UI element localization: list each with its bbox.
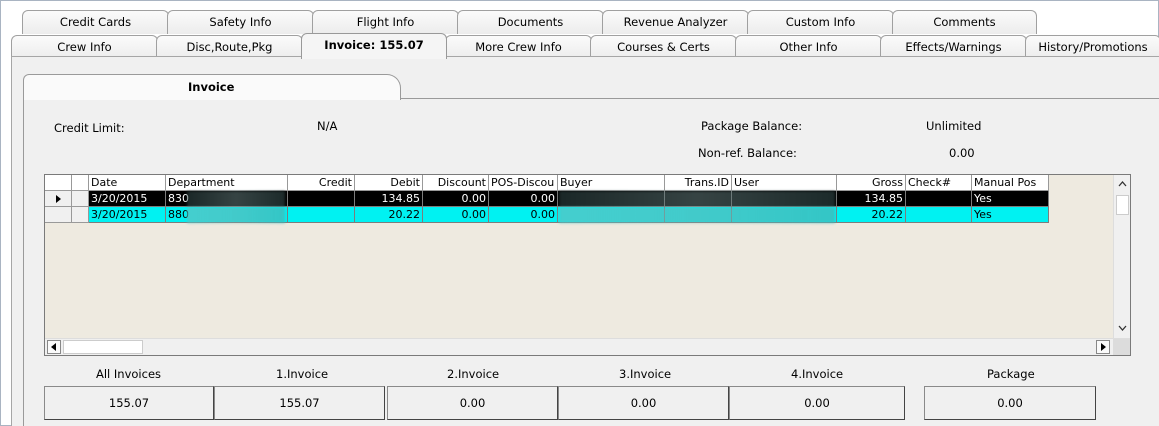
- package-balance-label: Package Balance:: [701, 119, 803, 133]
- row-header-cell: [72, 207, 89, 223]
- tab-comments[interactable]: Comments: [892, 10, 1037, 34]
- package-balance-value: Unlimited: [926, 119, 982, 133]
- chevron-down-icon[interactable]: [1114, 321, 1130, 335]
- grid-corner: [45, 175, 72, 191]
- cell-discount[interactable]: 0.00: [423, 191, 489, 207]
- chevron-up-icon[interactable]: [1114, 177, 1130, 191]
- row-selector[interactable]: [45, 191, 72, 207]
- cell-date[interactable]: 3/20/2015: [89, 207, 166, 223]
- col-header-department[interactable]: Department: [166, 175, 288, 191]
- col-header-trans-id[interactable]: Trans.ID: [665, 175, 732, 191]
- vertical-scroll-thumb[interactable]: [1116, 195, 1129, 215]
- cell-discount[interactable]: 0.00: [423, 207, 489, 223]
- col-header-user[interactable]: User: [732, 175, 837, 191]
- all-invoices-label: All Invoices: [96, 367, 162, 381]
- col-header-date[interactable]: Date: [89, 175, 166, 191]
- cell-credit[interactable]: [288, 207, 355, 223]
- invoice-2-label: 2.Invoice: [447, 367, 500, 381]
- cell-manual-pos[interactable]: Yes: [972, 191, 1049, 207]
- invoice-1-total[interactable]: 155.07: [214, 386, 385, 420]
- package-total[interactable]: 0.00: [924, 386, 1096, 420]
- cell-date[interactable]: 3/20/2015: [89, 191, 166, 207]
- nonref-balance-label: Non-ref. Balance:: [698, 146, 797, 160]
- nonref-balance-value: 0.00: [949, 146, 975, 160]
- col-header-buyer[interactable]: Buyer: [558, 175, 665, 191]
- row-pointer-icon: [56, 195, 61, 203]
- row-header-cell: [72, 191, 89, 207]
- invoice-4-total[interactable]: 0.00: [729, 386, 905, 420]
- cell-debit[interactable]: 20.22: [355, 207, 423, 223]
- tab-flight-info[interactable]: Flight Info: [312, 10, 459, 34]
- col-header-debit[interactable]: Debit: [355, 175, 423, 191]
- invoice-3-label: 3.Invoice: [619, 367, 672, 381]
- all-invoices-total[interactable]: 155.07: [44, 386, 214, 420]
- grid-row-header-col: [72, 175, 89, 191]
- tab-credit-cards[interactable]: Credit Cards: [22, 10, 169, 34]
- invoice-1-label: 1.Invoice: [276, 367, 329, 381]
- scroll-corner: [1113, 339, 1130, 355]
- invoice-4-label: 4.Invoice: [791, 367, 844, 381]
- horizontal-scroll-thumb[interactable]: [63, 340, 143, 354]
- cell-check[interactable]: [906, 191, 972, 207]
- cell-gross[interactable]: 20.22: [837, 207, 906, 223]
- tab-documents[interactable]: Documents: [457, 10, 604, 34]
- invoice-2-total[interactable]: 0.00: [387, 386, 558, 420]
- chevron-right-icon[interactable]: [1096, 340, 1110, 354]
- invoice-3-total[interactable]: 0.00: [558, 386, 729, 420]
- subtab-invoice[interactable]: Invoice: [23, 74, 401, 100]
- cell-gross[interactable]: 134.85: [837, 191, 906, 207]
- tab-invoice[interactable]: Invoice: 155.07: [301, 33, 447, 59]
- horizontal-scrollbar[interactable]: [45, 338, 1130, 355]
- tab-revenue-analyzer[interactable]: Revenue Analyzer: [602, 10, 749, 34]
- cell-check[interactable]: [906, 207, 972, 223]
- credit-limit-label: Credit Limit:: [54, 121, 125, 135]
- invoice-grid[interactable]: Date Department Credit Debit Discount PO…: [44, 174, 1131, 356]
- redacted-buyer-user: [559, 191, 835, 207]
- row-selector[interactable]: [45, 207, 72, 223]
- col-header-credit[interactable]: Credit: [288, 175, 355, 191]
- redacted-department: [187, 191, 285, 207]
- vertical-scrollbar[interactable]: [1113, 175, 1130, 355]
- credit-limit-value: N/A: [317, 119, 338, 133]
- cell-pos-discount[interactable]: 0.00: [489, 207, 558, 223]
- cell-debit[interactable]: 134.85: [355, 191, 423, 207]
- col-header-discount[interactable]: Discount: [423, 175, 489, 191]
- cell-pos-discount[interactable]: 0.00: [489, 191, 558, 207]
- redacted-department: [187, 207, 285, 223]
- tab-safety-info[interactable]: Safety Info: [167, 10, 314, 34]
- col-header-manual-pos[interactable]: Manual Pos: [972, 175, 1049, 191]
- tab-custom-info[interactable]: Custom Info: [747, 10, 894, 34]
- redacted-buyer-user: [559, 207, 835, 223]
- col-header-gross[interactable]: Gross: [837, 175, 906, 191]
- chevron-left-icon[interactable]: [47, 340, 61, 354]
- col-header-pos-discount[interactable]: POS-Discou: [489, 175, 558, 191]
- package-label: Package: [987, 367, 1035, 381]
- crew-record-window: Credit Cards Safety Info Flight Info Doc…: [0, 0, 1159, 426]
- cell-credit[interactable]: [288, 191, 355, 207]
- cell-manual-pos[interactable]: Yes: [972, 207, 1049, 223]
- col-header-check[interactable]: Check#: [906, 175, 972, 191]
